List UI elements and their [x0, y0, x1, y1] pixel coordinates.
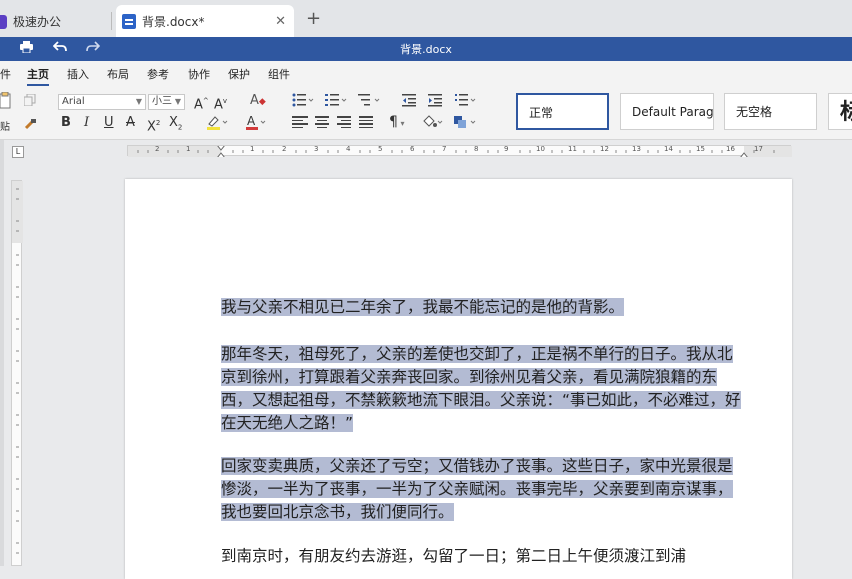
italic-icon[interactable]: I — [84, 115, 89, 131]
left-panel-edge — [0, 140, 4, 566]
font-size-select[interactable]: 小三 ▼ — [148, 94, 185, 110]
ruler-number: 2 — [155, 145, 160, 153]
copy-icon[interactable] — [23, 93, 36, 110]
document-paragraph[interactable]: 到南京时，有朋友约去游逛，勾留了一日；第二日上午便须渡江到浦 — [221, 545, 746, 568]
document-title: 背景.docx — [400, 43, 452, 56]
ruler-number: 1 — [186, 145, 191, 153]
tab-home[interactable]: 极速办公 — [0, 5, 110, 38]
document-paragraph[interactable]: 回家变卖典质，父亲还了亏空；又借钱办了丧事。这些日子，家中光景很是惨淡，一半为了… — [221, 455, 746, 524]
ruler-number: 15 — [696, 145, 705, 153]
menu-insert[interactable]: 插入 — [67, 66, 89, 82]
multilevel-list-icon[interactable] — [358, 93, 380, 111]
format-painter-icon[interactable] — [24, 118, 37, 134]
ruler-number: 4 — [346, 145, 351, 153]
bullet-list-icon[interactable] — [292, 93, 314, 111]
ruler-number: 8 — [474, 145, 479, 153]
app-logo-icon — [0, 14, 7, 29]
ruler-number: 9 — [504, 145, 509, 153]
ruler-ticks — [128, 146, 792, 157]
style-default-paragraph[interactable]: Default Paragi — [620, 93, 714, 130]
line-spacing-icon[interactable] — [455, 93, 477, 111]
clear-format-icon[interactable]: A◆ — [250, 93, 266, 110]
chevron-down-icon: ▼ — [174, 97, 181, 106]
ruler-number: 14 — [664, 145, 673, 153]
menu-protect[interactable]: 保护 — [228, 66, 250, 82]
tab-stop-selector[interactable]: L — [12, 146, 24, 158]
menu-bar: 件 主页 插入 布局 参考 协作 保护 组件 — [0, 61, 852, 86]
ruler-number: 3 — [314, 145, 319, 153]
align-right-icon[interactable] — [337, 116, 353, 130]
tab-home-label: 极速办公 — [13, 15, 62, 29]
tab-separator — [111, 12, 112, 30]
align-justify-icon[interactable] — [359, 116, 375, 130]
increase-font-icon[interactable]: A^ — [194, 93, 209, 113]
selected-text[interactable]: 那年冬天，祖母死了，父亲的差使也交卸了，正是祸不单行的日子。我从北京到徐州，打算… — [221, 345, 741, 432]
document-paragraph[interactable]: 我与父亲不相见已二年余了，我最不能忘记的是他的背影。 — [221, 296, 746, 319]
chevron-down-icon: ▼ — [135, 97, 142, 106]
menu-plugins[interactable]: 组件 — [268, 66, 290, 82]
bold-icon[interactable]: B — [61, 115, 71, 131]
font-name-value: Arial — [62, 96, 85, 107]
ribbon-toolbar: 贴 Arial ▼ 小三 ▼ A^ Av A◆ B I U A X2 X2 A — [0, 86, 852, 140]
tab-document-label: 背景.docx* — [142, 15, 205, 29]
style-heading[interactable]: 标 — [828, 93, 852, 130]
ruler-number: 17 — [754, 145, 763, 153]
numbered-list-icon[interactable] — [325, 93, 347, 111]
document-icon — [122, 14, 136, 29]
document-paragraph[interactable]: 那年冬天，祖母死了，父亲的差使也交卸了，正是祸不单行的日子。我从北京到徐州，打算… — [221, 343, 746, 435]
vertical-ruler[interactable] — [11, 180, 23, 566]
svg-text:A: A — [247, 114, 256, 128]
paste-button[interactable] — [0, 91, 12, 118]
ruler-number: 12 — [600, 145, 609, 153]
decrease-font-icon[interactable]: Av — [214, 93, 227, 113]
document-page[interactable]: 我与父亲不相见已二年余了，我最不能忘记的是他的背影。 那年冬天，祖母死了，父亲的… — [125, 179, 792, 579]
paragraph-text[interactable]: 到南京时，有朋友约去游逛，勾留了一日；第二日上午便须渡江到浦 — [221, 547, 686, 565]
superscript-icon[interactable]: X2 — [147, 115, 160, 135]
font-size-value: 小三 — [152, 96, 172, 107]
align-left-icon[interactable] — [292, 116, 308, 130]
borders-icon[interactable] — [453, 114, 477, 134]
align-center-icon[interactable] — [315, 116, 331, 130]
menu-home[interactable]: 主页 — [27, 66, 49, 86]
ruler-number: 11 — [568, 145, 577, 153]
vertical-ruler-ticks — [12, 181, 23, 554]
subscript-icon[interactable]: X2 — [169, 115, 182, 136]
ruler-number: 7 — [442, 145, 447, 153]
ruler-number: 5 — [378, 145, 383, 153]
tab-document[interactable]: 背景.docx* ✕ — [116, 5, 294, 38]
new-tab-button[interactable]: + — [306, 8, 321, 29]
paste-label: 贴 — [0, 122, 10, 133]
ruler-number: 1 — [250, 145, 255, 153]
horizontal-ruler[interactable]: 2 1 1 2 3 4 5 6 7 8 9 10 11 12 13 14 15 … — [127, 145, 792, 157]
increase-indent-icon[interactable] — [428, 93, 442, 111]
selected-text[interactable]: 我与父亲不相见已二年余了，我最不能忘记的是他的背影。 — [221, 298, 625, 316]
menu-references[interactable]: 参考 — [147, 66, 169, 82]
menu-collaborate[interactable]: 协作 — [188, 66, 210, 82]
decrease-indent-icon[interactable] — [402, 93, 416, 111]
menu-file[interactable]: 件 — [0, 66, 11, 82]
underline-icon[interactable]: U — [104, 115, 114, 131]
ruler-number: 2 — [282, 145, 287, 153]
title-bar: 背景.docx — [0, 37, 852, 61]
selected-text[interactable]: 回家变卖典质，父亲还了亏空；又借钱办了丧事。这些日子，家中光景很是惨淡，一半为了… — [221, 457, 733, 521]
ruler-number: 10 — [536, 145, 545, 153]
font-name-select[interactable]: Arial ▼ — [58, 94, 146, 110]
menu-layout[interactable]: 布局 — [107, 66, 129, 82]
paragraph-mark-icon[interactable]: ¶ ▾ — [389, 114, 404, 132]
font-color-icon[interactable]: A — [245, 114, 267, 134]
highlight-color-icon[interactable] — [206, 114, 228, 134]
tab-bar: 极速办公 背景.docx* ✕ + — [0, 0, 852, 38]
style-normal[interactable]: 正常 — [516, 93, 609, 130]
ruler-number: 6 — [410, 145, 415, 153]
horizontal-ruler-area: L 2 1 1 2 3 4 5 6 7 8 9 10 11 12 13 14 1… — [0, 140, 852, 162]
ruler-number: 16 — [726, 145, 735, 153]
strikethrough-icon[interactable]: A — [126, 115, 135, 131]
style-no-spacing[interactable]: 无空格 — [724, 93, 817, 130]
close-icon[interactable]: ✕ — [275, 14, 286, 29]
ruler-number: 13 — [632, 145, 641, 153]
shading-icon[interactable] — [421, 114, 443, 134]
